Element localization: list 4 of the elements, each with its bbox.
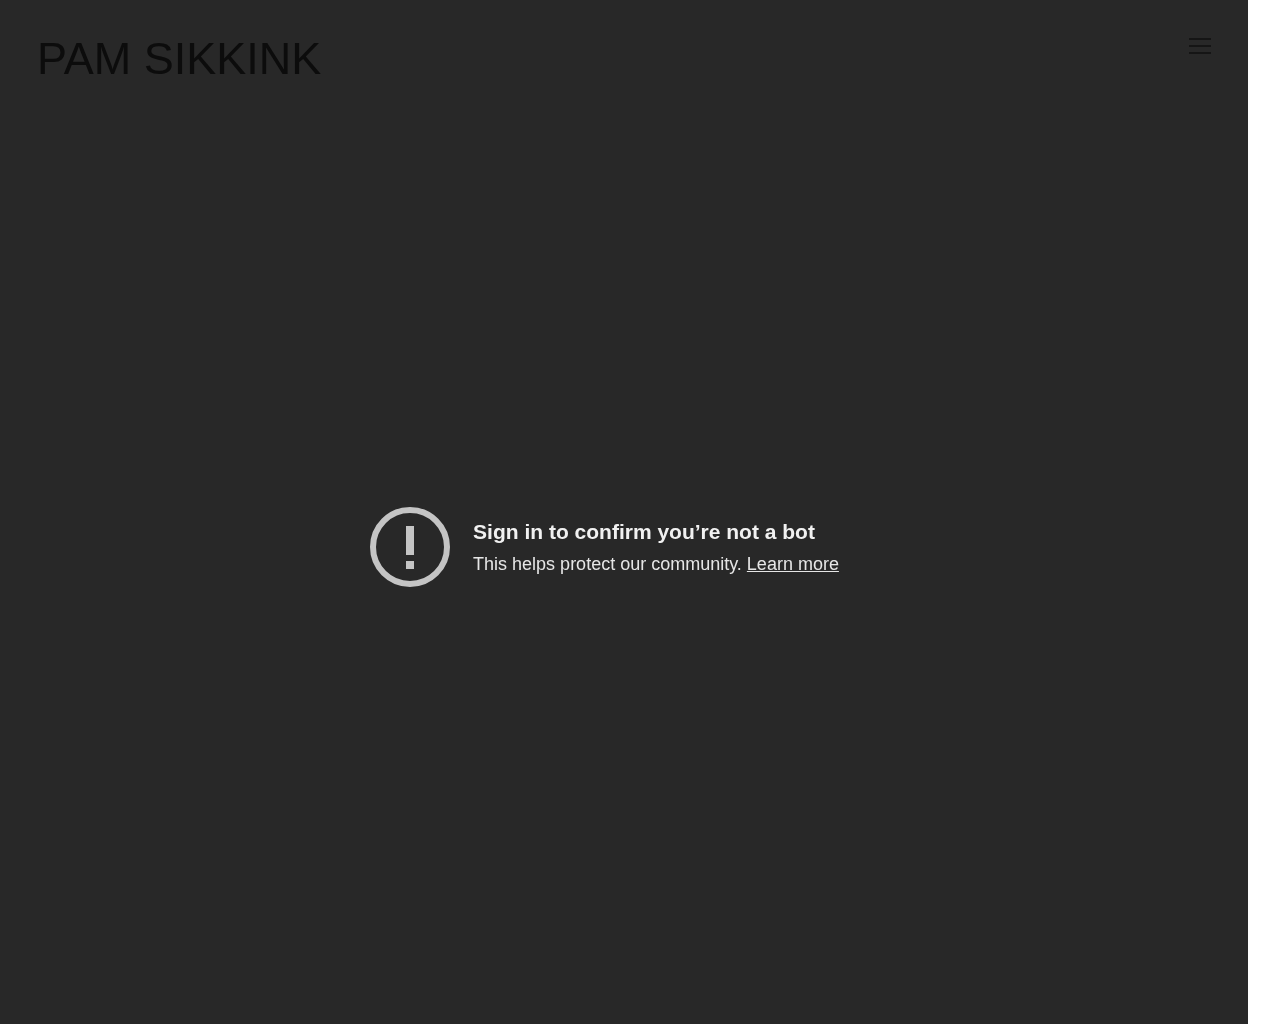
message-text: This helps protect our community. xyxy=(473,553,742,575)
learn-more-link[interactable]: Learn more xyxy=(746,553,839,575)
warning-icon xyxy=(369,506,452,588)
message-title: Sign in to confirm you’re not a bot xyxy=(473,519,816,544)
